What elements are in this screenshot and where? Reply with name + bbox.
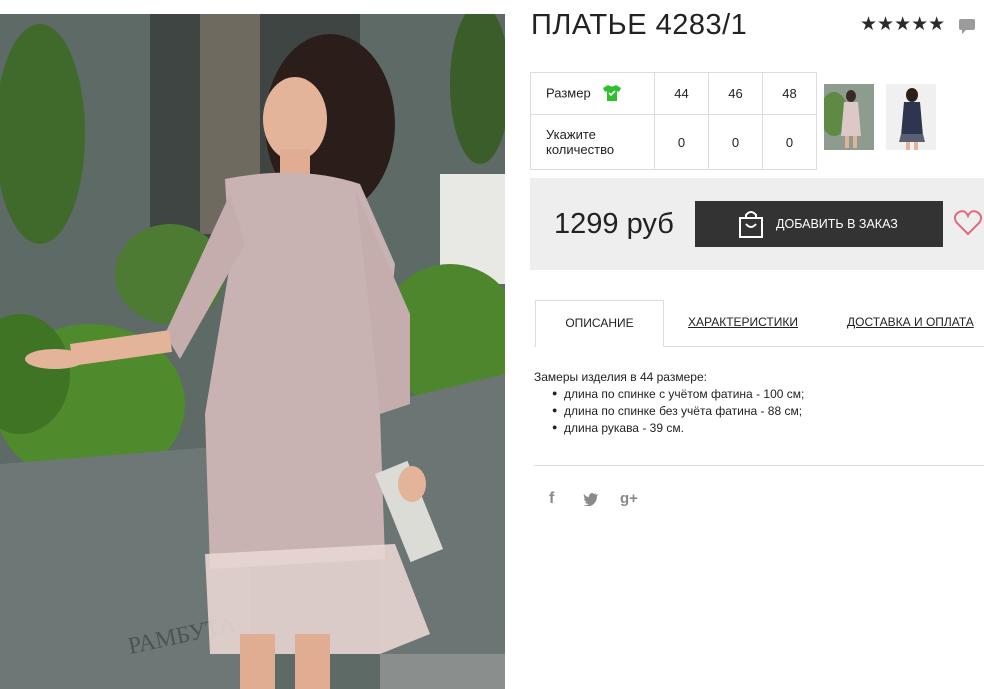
size-option-48[interactable]: 48 xyxy=(762,72,817,115)
quantity-input-44[interactable]: 0 xyxy=(654,114,709,170)
description-intro: Замеры изделия в 44 размере: xyxy=(534,370,707,384)
list-item: длина по спинке без учёта фатина - 88 см… xyxy=(552,402,804,420)
size-option-46[interactable]: 46 xyxy=(708,72,763,115)
bag-icon xyxy=(739,211,763,238)
size-label: Размер xyxy=(546,84,591,100)
quantity-input-46[interactable]: 0 xyxy=(708,114,763,170)
measurements-list: длина по спинке с учётом фатина - 100 см… xyxy=(534,385,804,437)
navy-dress-thumbnail[interactable] xyxy=(886,84,936,150)
comment-icon[interactable] xyxy=(958,18,976,36)
heart-icon[interactable] xyxy=(954,210,982,236)
add-to-order-button[interactable]: ДОБАВИТЬ В ЗАКАЗ xyxy=(695,201,943,247)
quantity-row: Укажите количество 0 0 0 xyxy=(530,114,817,170)
list-item: длина рукава - 39 см. xyxy=(552,419,804,437)
product-title: ПЛАТЬЕ 4283/1 xyxy=(531,9,748,41)
product-price: 1299 руб xyxy=(554,208,674,240)
size-label-cell: Размер xyxy=(530,72,655,115)
list-item: длина по спинке с учётом фатина - 100 см… xyxy=(552,385,804,403)
add-to-order-label: ДОБАВИТЬ В ЗАКАЗ xyxy=(776,217,898,231)
tshirt-icon[interactable] xyxy=(602,84,622,102)
tab-delivery-payment[interactable]: ДОСТАВКА И ОПЛАТА xyxy=(847,300,974,344)
pink-dress-thumbnail[interactable] xyxy=(824,84,874,150)
quantity-input-48[interactable]: 0 xyxy=(762,114,817,170)
quantity-label: Укажите количество xyxy=(530,114,655,170)
rating-stars[interactable]: ★★★★★ xyxy=(860,13,945,36)
twitter-icon[interactable] xyxy=(583,492,599,506)
divider xyxy=(534,465,984,466)
facebook-icon[interactable]: f xyxy=(549,490,554,508)
tab-description[interactable]: ОПИСАНИЕ xyxy=(535,300,664,347)
size-option-44[interactable]: 44 xyxy=(654,72,709,115)
price-bar: 1299 руб ДОБАВИТЬ В ЗАКАЗ xyxy=(530,178,984,270)
description-panel: Замеры изделия в 44 размере: длина по сп… xyxy=(534,369,804,437)
product-photo: РАМБУТА xyxy=(0,14,505,689)
googleplus-icon[interactable]: g+ xyxy=(620,490,638,507)
product-tabs: ОПИСАНИЕ ХАРАКТЕРИСТИКИ ДОСТАВКА И ОПЛАТ… xyxy=(534,300,984,347)
size-row: Размер 44 46 48 xyxy=(530,72,817,115)
size-table: Размер 44 46 48 Укажите количество 0 0 0 xyxy=(530,72,817,170)
tab-characteristics[interactable]: ХАРАКТЕРИСТИКИ xyxy=(688,300,798,344)
